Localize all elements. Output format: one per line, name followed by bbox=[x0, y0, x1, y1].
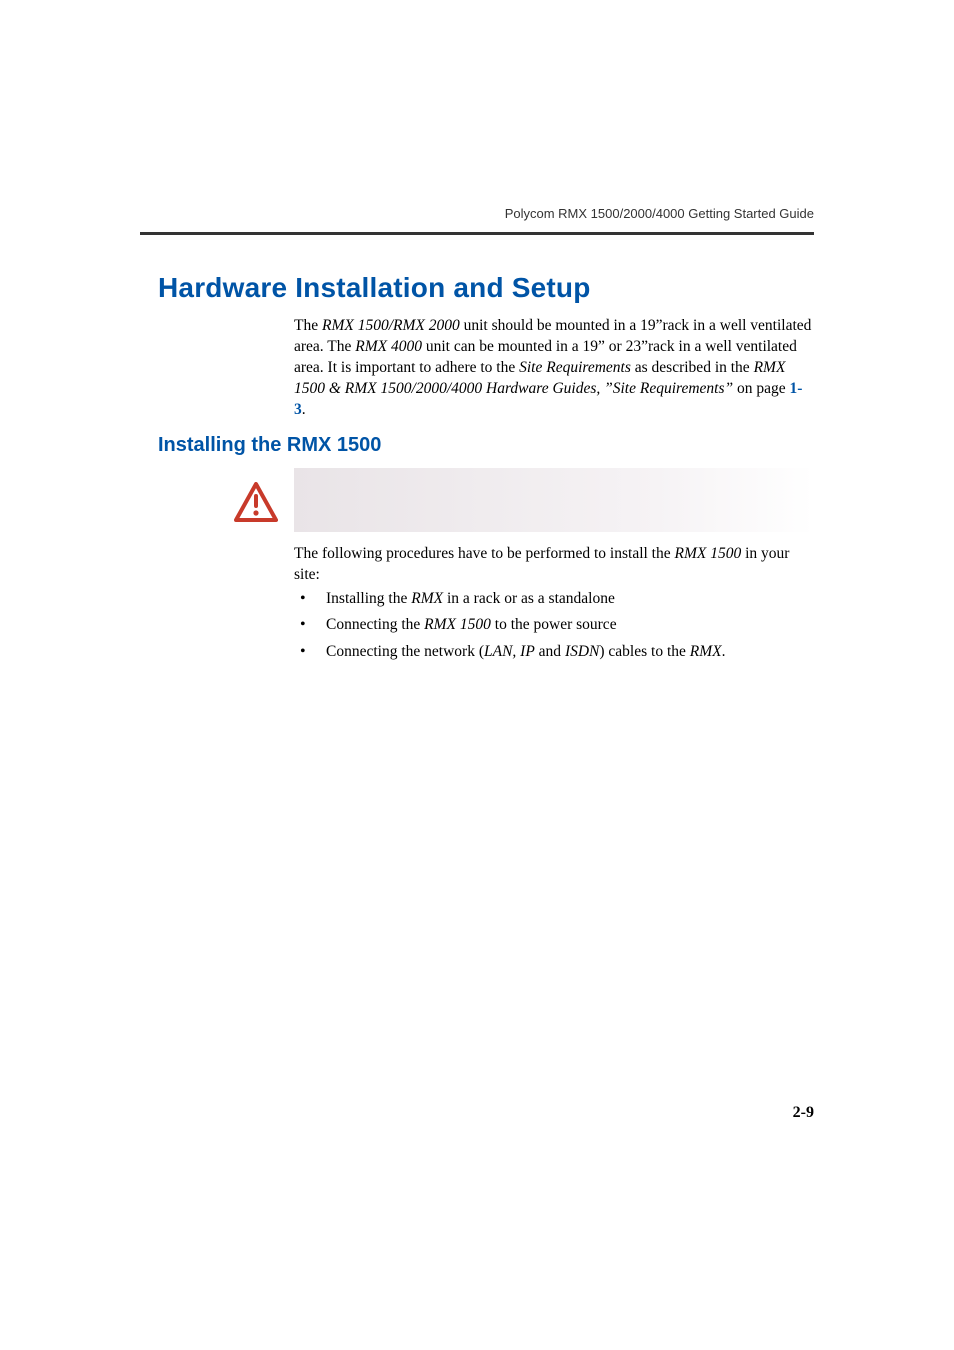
page: Polycom RMX 1500/2000/4000 Getting Start… bbox=[0, 0, 954, 1350]
page-number: 2-9 bbox=[793, 1104, 814, 1122]
italic-text: RMX 4000 bbox=[355, 338, 422, 355]
italic-text: RMX 1500 bbox=[675, 545, 742, 562]
list-item: Connecting the network (LAN, IP and ISDN… bbox=[300, 640, 814, 663]
intro-paragraph: The RMX 1500/RMX 2000 unit should be mou… bbox=[294, 316, 814, 421]
bullet-list: Installing the RMX in a rack or as a sta… bbox=[300, 587, 814, 666]
caution-block bbox=[234, 468, 814, 532]
text: . bbox=[722, 643, 726, 660]
italic-text: LAN, IP bbox=[484, 643, 535, 660]
text: Connecting the network ( bbox=[326, 643, 484, 660]
caution-bar bbox=[294, 468, 814, 532]
heading-2: Installing the RMX 1500 bbox=[158, 434, 381, 457]
italic-text: Site Requirements bbox=[519, 359, 631, 376]
text: to the power source bbox=[491, 616, 617, 633]
italic-text: RMX 1500/RMX 2000 bbox=[322, 317, 460, 334]
text: The bbox=[294, 317, 322, 334]
running-header: Polycom RMX 1500/2000/4000 Getting Start… bbox=[505, 206, 814, 221]
warning-icon bbox=[234, 482, 278, 522]
text: Installing the bbox=[326, 590, 411, 607]
text: on page bbox=[733, 380, 789, 397]
list-item: Installing the RMX in a rack or as a sta… bbox=[300, 587, 814, 610]
body-paragraph: The following procedures have to be perf… bbox=[294, 544, 814, 586]
header-rule bbox=[140, 232, 814, 235]
italic-text: ISDN bbox=[565, 643, 599, 660]
text: . bbox=[302, 401, 306, 418]
heading-1: Hardware Installation and Setup bbox=[158, 272, 591, 304]
list-item: Connecting the RMX 1500 to the power sou… bbox=[300, 613, 814, 636]
text: ) cables to the bbox=[599, 643, 689, 660]
text: Connecting the bbox=[326, 616, 424, 633]
text: in a rack or as a standalone bbox=[443, 590, 615, 607]
italic-text: RMX bbox=[411, 590, 443, 607]
text: The following procedures have to be perf… bbox=[294, 545, 675, 562]
text: as described in the bbox=[631, 359, 754, 376]
italic-text: RMX 1500 bbox=[424, 616, 491, 633]
italic-text: RMX bbox=[690, 643, 722, 660]
text: and bbox=[535, 643, 565, 660]
